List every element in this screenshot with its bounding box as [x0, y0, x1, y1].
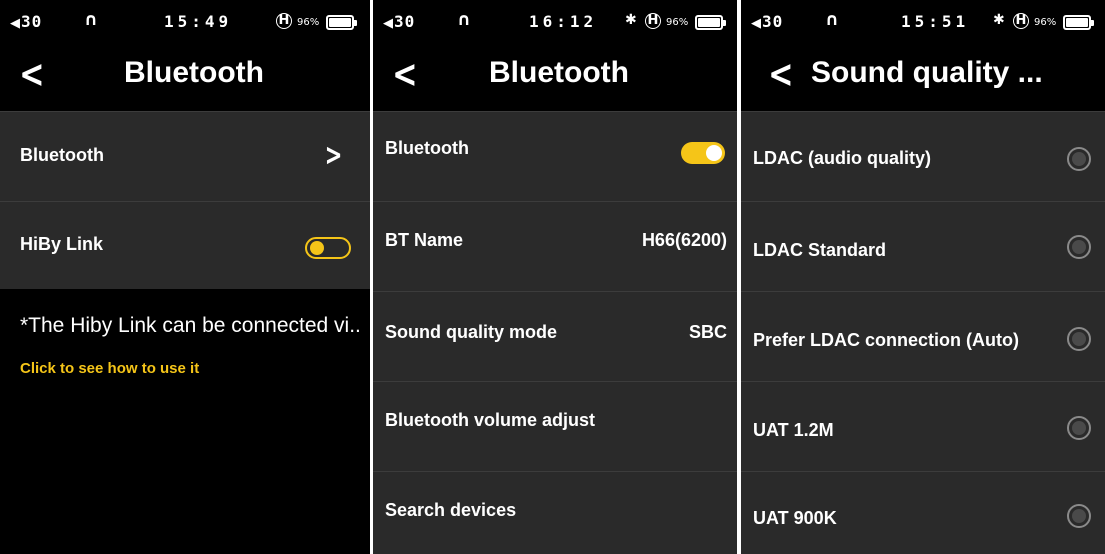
screen-header: < Bluetooth — [373, 44, 737, 110]
sound-quality-mode-row[interactable]: Sound quality mode SBC — [373, 291, 737, 381]
hiby-icon: H — [1013, 13, 1029, 29]
bluetooth-menu-label: Bluetooth — [20, 145, 104, 165]
bluetooth-icon: ✱ — [993, 12, 1005, 28]
toggle-knob — [706, 145, 722, 161]
bluetooth-label: Bluetooth — [385, 138, 469, 158]
bluetooth-on-screen: ◀30 ∩ 16:12 ✱ H 96% < Bluetooth Bluetoot… — [373, 0, 737, 554]
status-bar: ◀30 ∩ 15:51 ✱ H 96% — [741, 0, 1105, 44]
speaker-icon: ◀ — [383, 16, 394, 31]
hiby-link-note: *The Hiby Link can be connected vi.. — [20, 314, 361, 337]
screen-header: < Sound quality ... — [741, 44, 1105, 110]
option-ldac-audio-quality[interactable]: LDAC (audio quality) — [741, 111, 1105, 201]
bt-name-value: H66(6200) — [641, 230, 727, 250]
headphone-icon: ∩ — [825, 10, 839, 30]
hiby-icon: H — [645, 13, 661, 29]
option-label: UAT 900K — [753, 508, 837, 528]
option-label: Prefer LDAC connection (Auto) — [753, 330, 1020, 350]
back-icon[interactable]: < — [768, 52, 793, 96]
status-bar: ◀30 ∩ 15:49 H 96% — [0, 0, 370, 44]
bt-name-row[interactable]: BT Name H66(6200) — [373, 201, 737, 291]
search-devices-label: Search devices — [385, 500, 517, 520]
speaker-icon: ◀ — [10, 16, 21, 31]
hiby-link-toggle[interactable] — [305, 237, 351, 259]
page-title: Bluetooth — [124, 56, 264, 89]
battery-icon — [695, 15, 726, 30]
battery-icon — [1063, 15, 1094, 30]
option-uat-900k[interactable]: UAT 900K — [741, 471, 1105, 554]
hiby-link-row: HiBy Link — [0, 201, 370, 289]
bluetooth-toggle-row: Bluetooth — [373, 111, 737, 201]
how-to-use-link[interactable]: Click to see how to use it — [20, 360, 199, 377]
radio-button[interactable] — [1067, 504, 1091, 528]
option-ldac-standard[interactable]: LDAC Standard — [741, 201, 1105, 291]
page-title: Sound quality ... — [811, 56, 1043, 89]
option-prefer-ldac-auto[interactable]: Prefer LDAC connection (Auto) — [741, 291, 1105, 381]
option-label: LDAC (audio quality) — [753, 148, 931, 168]
status-time: 15:51 — [901, 12, 970, 31]
option-label: LDAC Standard — [753, 240, 887, 260]
status-time: 16:12 — [529, 12, 598, 31]
radio-button[interactable] — [1067, 416, 1091, 440]
hiby-link-label: HiBy Link — [20, 234, 104, 254]
status-time: 15:49 — [164, 12, 233, 31]
radio-button[interactable] — [1067, 235, 1091, 259]
toggle-knob — [310, 241, 324, 255]
bluetooth-volume-adjust-label: Bluetooth volume adjust — [385, 410, 596, 430]
bluetooth-volume-adjust-row[interactable]: Bluetooth volume adjust — [373, 381, 737, 471]
bluetooth-settings-screen: ◀30 ∩ 15:49 H 96% < Bluetooth Bluetooth … — [0, 0, 370, 554]
sound-quality-screen: ◀30 ∩ 15:51 ✱ H 96% < Sound quality ... … — [741, 0, 1105, 554]
speaker-icon: ◀ — [751, 16, 762, 31]
page-title: Bluetooth — [489, 56, 629, 89]
option-uat-1-2m[interactable]: UAT 1.2M — [741, 381, 1105, 471]
headphone-icon: ∩ — [84, 10, 98, 30]
screen-header: < Bluetooth — [0, 44, 370, 110]
bluetooth-toggle[interactable] — [681, 142, 725, 164]
bluetooth-menu-item[interactable]: Bluetooth > — [0, 111, 370, 201]
radio-button[interactable] — [1067, 147, 1091, 171]
search-devices-row[interactable]: Search devices — [373, 471, 737, 554]
back-icon[interactable]: < — [392, 52, 417, 96]
volume-level: 30 — [21, 12, 43, 31]
battery-percent: 96% — [1034, 17, 1057, 28]
sound-quality-mode-value: SBC — [688, 322, 727, 342]
battery-percent: 96% — [666, 17, 689, 28]
chevron-right-icon: > — [324, 138, 343, 173]
volume-indicator: ◀30 — [751, 12, 783, 31]
bluetooth-icon: ✱ — [625, 12, 637, 28]
hiby-icon: H — [276, 13, 292, 29]
back-icon[interactable]: < — [19, 52, 44, 96]
bt-name-label: BT Name — [385, 230, 464, 250]
status-bar: ◀30 ∩ 16:12 ✱ H 96% — [373, 0, 737, 44]
option-label: UAT 1.2M — [753, 420, 834, 440]
volume-indicator: ◀30 — [10, 12, 42, 31]
radio-button[interactable] — [1067, 327, 1091, 351]
volume-level: 30 — [762, 12, 784, 31]
battery-percent: 96% — [297, 17, 320, 28]
volume-indicator: ◀30 — [383, 12, 415, 31]
headphone-icon: ∩ — [457, 10, 471, 30]
battery-icon — [326, 15, 357, 30]
volume-level: 30 — [394, 12, 416, 31]
sound-quality-mode-label: Sound quality mode — [385, 322, 558, 342]
